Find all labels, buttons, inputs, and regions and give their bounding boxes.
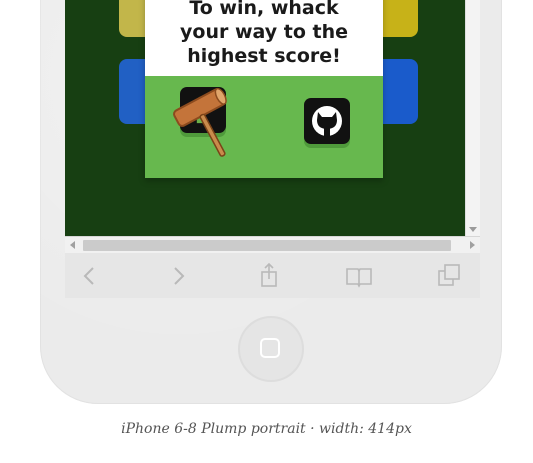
github-button[interactable] <box>304 98 350 144</box>
modal-social-panel: f <box>145 76 383 178</box>
scroll-left-icon[interactable] <box>70 241 75 249</box>
instructions-modal: To win, whack your way to the highest sc… <box>145 0 383 178</box>
forward-icon[interactable] <box>163 261 193 291</box>
bookmarks-icon[interactable] <box>344 261 374 291</box>
device-caption: iPhone 6-8 Plump portrait · width: 414px <box>121 421 412 437</box>
home-button[interactable] <box>238 316 304 382</box>
home-square-icon <box>260 338 280 358</box>
tabs-icon[interactable] <box>435 261 465 291</box>
scroll-down-icon[interactable] <box>469 227 477 232</box>
phone-screen: To win, whack your way to the highest sc… <box>65 0 480 298</box>
github-icon <box>312 106 342 136</box>
mallet-icon <box>173 87 227 157</box>
modal-message-panel: To win, whack your way to the highest sc… <box>145 0 383 76</box>
modal-message: To win, whack your way to the highest sc… <box>180 0 348 67</box>
game-canvas[interactable]: To win, whack your way to the highest sc… <box>65 0 465 236</box>
share-icon[interactable] <box>254 261 284 291</box>
browser-toolbar <box>65 253 480 298</box>
scroll-right-icon[interactable] <box>470 241 475 249</box>
horizontal-scroll-thumb[interactable] <box>83 240 451 251</box>
back-icon[interactable] <box>75 261 105 291</box>
vertical-scrollbar[interactable] <box>465 0 480 236</box>
